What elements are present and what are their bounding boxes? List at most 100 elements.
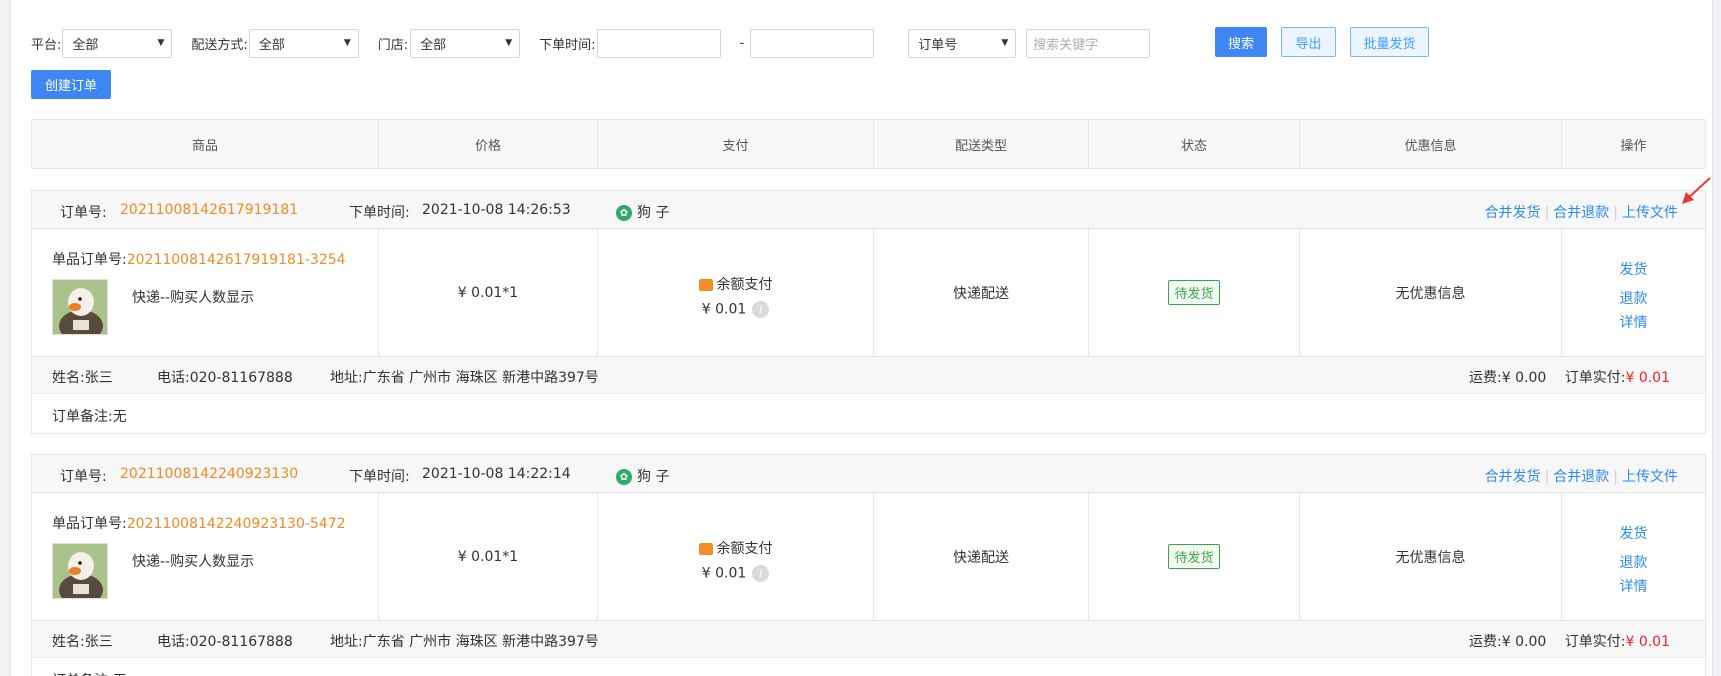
ship-link[interactable]: 发货 xyxy=(1562,259,1705,279)
create-order-button[interactable]: 创建订单 xyxy=(31,70,111,99)
pay-method: 余额支付 xyxy=(716,277,773,293)
buyer: ✿ 狗 子 xyxy=(616,466,669,486)
order-no-label: 订单号: xyxy=(60,469,107,485)
filter-bar: 平台: 全部 ▼ 配送方式: 全部 ▼ 门店: 全部 ▼ 下单时间: - 订单号… xyxy=(31,28,1151,58)
detail-link[interactable]: 详情 xyxy=(1562,576,1705,596)
annotation-arrow-icon xyxy=(1682,177,1711,204)
platform-label: 平台: xyxy=(31,37,62,53)
order-shipping-info: 姓名:张三 电话:020-81167888 地址:广东省 广州市 海珠区 新港中… xyxy=(32,621,1705,658)
order-header: 订单号: 20211008142240923130 下单时间: 2021-10-… xyxy=(32,455,1705,493)
column-header-payment: 支付 xyxy=(598,120,874,168)
item-order-no-value: 20211008142240923130-5472 xyxy=(126,516,346,532)
export-button[interactable]: 导出 xyxy=(1281,27,1336,57)
status-badge: 待发货 xyxy=(1168,544,1220,569)
delivery-label: 配送方式: xyxy=(191,37,248,53)
store-label: 门店: xyxy=(377,37,409,53)
name-label: 姓名: xyxy=(52,634,85,650)
merge-ship-link[interactable]: 合并发货 xyxy=(1485,205,1541,221)
order-shipping-info: 姓名:张三 电话:020-81167888 地址:广东省 广州市 海珠区 新港中… xyxy=(32,357,1705,394)
order-no-value[interactable]: 20211008142617919181 xyxy=(120,202,298,218)
caret-down-icon: ▼ xyxy=(1001,38,1009,48)
name-label: 姓名: xyxy=(52,370,85,386)
caret-down-icon: ▼ xyxy=(157,38,165,48)
merge-ship-link[interactable]: 合并发货 xyxy=(1485,469,1541,485)
item-order-no-label: 单品订单号: xyxy=(52,516,127,532)
order-time-label: 下单时间: xyxy=(349,469,410,485)
name-value: 张三 xyxy=(84,370,113,386)
phone-label: 电话: xyxy=(157,634,190,650)
pay-amount: ¥ 0.01 xyxy=(701,301,747,318)
order-header-actions: 合并发货 | 合并退款 | 上传文件 xyxy=(1484,469,1678,485)
column-header-delivery: 配送类型 xyxy=(874,120,1089,168)
product-thumbnail[interactable] xyxy=(52,279,108,335)
freight-value: ¥ 0.00 xyxy=(1501,634,1547,650)
paid-label: 订单实付: xyxy=(1564,370,1626,386)
platform-select[interactable]: 全部 ▼ xyxy=(62,28,173,58)
search-type-value: 订单号 xyxy=(918,37,958,53)
product-name[interactable]: 快递--购买人数显示 xyxy=(132,551,254,571)
store-select-value: 全部 xyxy=(420,37,447,53)
upload-file-link[interactable]: 上传文件 xyxy=(1622,469,1678,485)
mini-program-icon: ✿ xyxy=(616,205,632,221)
order-remark: 订单备注:无 xyxy=(32,658,1705,676)
start-time-input[interactable] xyxy=(596,28,721,58)
phone-label: 电话: xyxy=(157,370,190,386)
phone-value: 020-81167888 xyxy=(189,370,293,386)
status-cell: 待发货 xyxy=(1089,229,1300,356)
discount-cell: 无优惠信息 xyxy=(1300,229,1562,356)
merge-refund-link[interactable]: 合并退款 xyxy=(1553,469,1609,485)
upload-file-link[interactable]: 上传文件 xyxy=(1622,205,1678,221)
freight-label: 运费: xyxy=(1469,634,1502,650)
pay-amount: ¥ 0.01 xyxy=(701,565,747,582)
detail-link[interactable]: 详情 xyxy=(1562,312,1705,332)
wallet-icon xyxy=(698,543,713,555)
actions-cell: 发货 退款 详情 xyxy=(1562,493,1705,620)
platform-select-value: 全部 xyxy=(72,37,99,53)
buyer-name: 狗 子 xyxy=(637,469,670,485)
time-separator: - xyxy=(739,35,745,51)
address-value: 广东省 广州市 海珠区 新港中路397号 xyxy=(362,370,599,386)
price-cell: ¥ 0.01*1 xyxy=(379,493,598,620)
delivery-select-value: 全部 xyxy=(258,37,285,53)
merge-refund-link[interactable]: 合并退款 xyxy=(1553,205,1609,221)
search-type-select[interactable]: 订单号 ▼ xyxy=(908,28,1017,58)
caret-down-icon: ▼ xyxy=(343,38,351,48)
name-value: 张三 xyxy=(84,634,113,650)
payment-cell: 余额支付 ¥ 0.01 i xyxy=(598,493,874,620)
time-label: 下单时间: xyxy=(539,37,596,53)
column-header-price: 价格 xyxy=(379,120,598,168)
remark-label: 订单备注: xyxy=(52,409,113,425)
order-item-row: 单品订单号:20211008142240923130-5472 快递--购买人数… xyxy=(32,493,1705,621)
refund-link[interactable]: 退款 xyxy=(1562,552,1705,572)
batch-ship-button[interactable]: 批量发货 xyxy=(1350,27,1429,57)
caret-down-icon: ▼ xyxy=(505,38,513,48)
refund-link[interactable]: 退款 xyxy=(1562,288,1705,308)
delivery-select[interactable]: 全部 ▼ xyxy=(248,28,359,58)
column-header-actions: 操作 xyxy=(1620,138,1647,154)
column-header-discount: 优惠信息 xyxy=(1300,120,1562,168)
product-name[interactable]: 快递--购买人数显示 xyxy=(132,287,254,307)
end-time-input[interactable] xyxy=(750,28,875,58)
order-item-row: 单品订单号:20211008142617919181-3254 快递--购买人数… xyxy=(32,229,1705,357)
buyer: ✿ 狗 子 xyxy=(616,202,669,222)
pay-method: 余额支付 xyxy=(716,541,773,557)
search-input[interactable]: 搜索关键字 xyxy=(1026,28,1151,58)
store-select[interactable]: 全部 ▼ xyxy=(410,28,521,58)
address-label: 地址: xyxy=(330,634,363,650)
info-icon[interactable]: i xyxy=(752,301,770,318)
freight-label: 运费: xyxy=(1469,370,1502,386)
left-edge xyxy=(0,0,11,676)
paid-value: ¥ 0.01 xyxy=(1625,370,1670,386)
order-card: 订单号: 20211008142617919181 下单时间: 2021-10-… xyxy=(31,190,1706,434)
order-time-label: 下单时间: xyxy=(349,205,410,221)
order-time-value: 2021-10-08 14:26:53 xyxy=(422,202,571,218)
ship-link[interactable]: 发货 xyxy=(1562,523,1705,543)
info-icon[interactable]: i xyxy=(752,565,770,582)
order-no-value[interactable]: 20211008142240923130 xyxy=(120,466,298,482)
remark-value: 无 xyxy=(112,409,127,425)
search-button[interactable]: 搜索 xyxy=(1215,27,1267,57)
paid-label: 订单实付: xyxy=(1564,634,1626,650)
scrollbar-track[interactable] xyxy=(1712,0,1721,676)
product-thumbnail[interactable] xyxy=(52,543,108,599)
buyer-name: 狗 子 xyxy=(637,205,670,221)
